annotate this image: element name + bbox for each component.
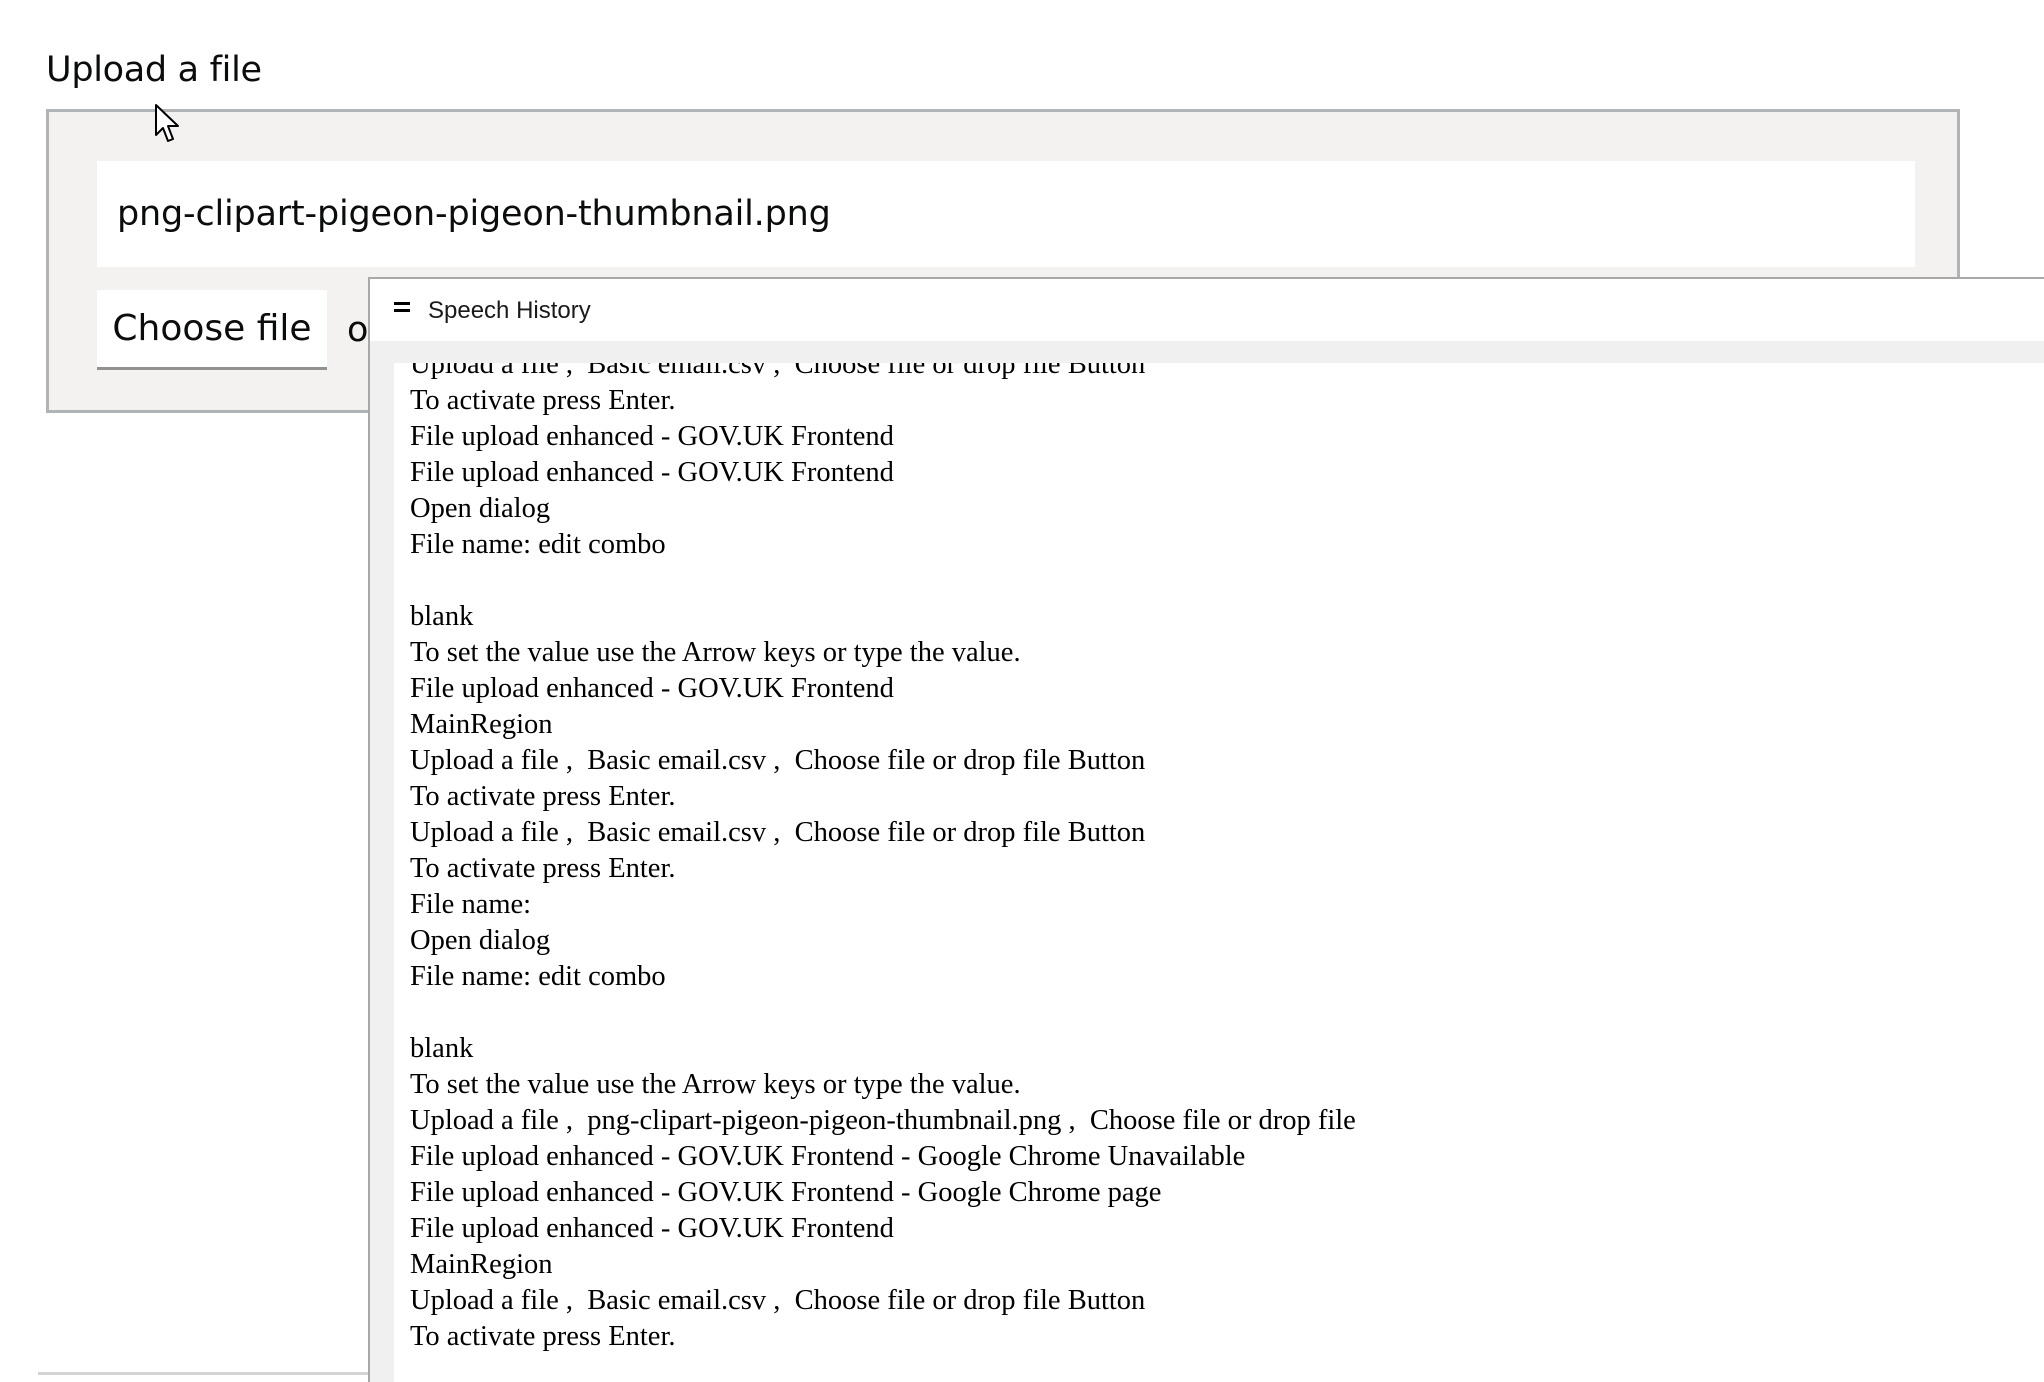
speech-history-line: To set the value use the Arrow keys or t… xyxy=(410,1069,1021,1100)
speech-history-line: Upload a file , Basic email.csv , Choose… xyxy=(410,363,1146,380)
speech-history-lines: Upload a file , Basic email.csv , Choose… xyxy=(410,363,1356,1355)
speech-history-line: File upload enhanced - GOV.UK Frontend -… xyxy=(410,1141,1246,1172)
upload-label: Upload a file xyxy=(46,50,262,90)
speech-history-line: blank xyxy=(410,1033,474,1064)
speech-history-line: To set the value use the Arrow keys or t… xyxy=(410,637,1021,668)
mouse-pointer-icon xyxy=(155,104,179,142)
hamburger-menu-icon[interactable] xyxy=(394,302,410,314)
speech-history-line: Upload a file , png-clipart-pigeon-pigeo… xyxy=(410,1105,1356,1136)
speech-history-line: File upload enhanced - GOV.UK Frontend xyxy=(410,421,894,452)
or-drop-file-text: o xyxy=(347,310,369,350)
speech-history-titlebar[interactable]: Speech History xyxy=(370,279,2044,341)
speech-history-line xyxy=(410,563,1356,599)
speech-history-line: File upload enhanced - GOV.UK Frontend xyxy=(410,1213,894,1244)
speech-history-line: File name: xyxy=(410,889,532,920)
selected-file-panel: png-clipart-pigeon-pigeon-thumbnail.png xyxy=(97,161,1915,267)
speech-history-line xyxy=(410,995,1356,1031)
speech-history-line: File upload enhanced - GOV.UK Frontend -… xyxy=(410,1177,1162,1208)
speech-history-line: To activate press Enter. xyxy=(410,853,676,884)
speech-history-line: MainRegion xyxy=(410,1249,553,1280)
speech-history-line: Upload a file , Basic email.csv , Choose… xyxy=(410,817,1146,848)
speech-history-window[interactable]: Speech History Upload a file , Basic ema… xyxy=(368,277,2044,1382)
speech-history-line: File name: edit combo xyxy=(410,961,666,992)
speech-history-line: Upload a file , Basic email.csv , Choose… xyxy=(410,745,1146,776)
speech-history-line: Upload a file , Basic email.csv , Choose… xyxy=(410,1285,1146,1316)
choose-file-button[interactable]: Choose file xyxy=(97,290,327,370)
speech-history-line: File name: edit combo xyxy=(410,529,666,560)
speech-history-line: To activate press Enter. xyxy=(410,385,676,416)
speech-history-line: File upload enhanced - GOV.UK Frontend xyxy=(410,457,894,488)
speech-history-log[interactable]: Upload a file , Basic email.csv , Choose… xyxy=(394,363,2044,1382)
speech-history-line: MainRegion xyxy=(410,709,553,740)
speech-history-line: To activate press Enter. xyxy=(410,1321,676,1352)
speech-history-line: File upload enhanced - GOV.UK Frontend xyxy=(410,673,894,704)
speech-history-line: Open dialog xyxy=(410,925,551,956)
speech-history-line: To activate press Enter. xyxy=(410,781,676,812)
speech-history-title: Speech History xyxy=(428,297,591,324)
speech-history-line: blank xyxy=(410,601,474,632)
speech-history-line: Open dialog xyxy=(410,493,551,524)
selected-filename: png-clipart-pigeon-pigeon-thumbnail.png xyxy=(117,194,831,234)
